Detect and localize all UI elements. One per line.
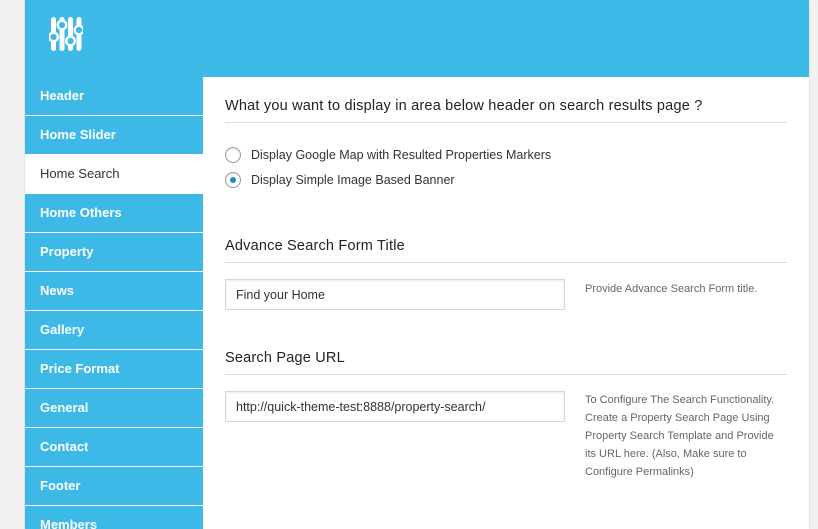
sidebar-item-footer[interactable]: Footer bbox=[25, 467, 203, 506]
form-title-input[interactable] bbox=[225, 279, 565, 310]
top-bar bbox=[25, 0, 809, 77]
main-content: What you want to display in area below h… bbox=[225, 77, 787, 481]
radio-google-map[interactable] bbox=[225, 146, 241, 163]
options-panel: Header Home Slider Home Search Home Othe… bbox=[25, 0, 809, 529]
form-title-heading: Advance Search Form Title bbox=[225, 192, 787, 263]
sidebar-item-price-format[interactable]: Price Format bbox=[25, 350, 203, 389]
sidebar-item-gallery[interactable]: Gallery bbox=[25, 311, 203, 350]
form-title-help: Provide Advance Search Form title. bbox=[585, 283, 758, 295]
option-google-map-label: Display Google Map with Resulted Propert… bbox=[251, 147, 552, 162]
sidebar-item-home-others[interactable]: Home Others bbox=[25, 194, 203, 233]
sidebar-item-home-slider[interactable]: Home Slider bbox=[25, 116, 203, 155]
sidebar: Header Home Slider Home Search Home Othe… bbox=[25, 77, 203, 529]
sidebar-item-property[interactable]: Property bbox=[25, 233, 203, 272]
form-title-row: Provide Advance Search Form title. bbox=[225, 263, 787, 310]
option-image-banner[interactable]: Display Simple Image Based Banner bbox=[225, 167, 787, 192]
sidebar-item-home-search[interactable]: Home Search bbox=[25, 155, 203, 194]
sidebar-item-general[interactable]: General bbox=[25, 389, 203, 428]
sidebar-item-news[interactable]: News bbox=[25, 272, 203, 311]
display-area-title: What you want to display in area below h… bbox=[225, 77, 787, 123]
option-google-map[interactable]: Display Google Map with Resulted Propert… bbox=[225, 142, 787, 167]
option-image-banner-label: Display Simple Image Based Banner bbox=[251, 172, 455, 187]
search-url-help: To Configure The Search Functionality. C… bbox=[585, 394, 775, 478]
sliders-icon bbox=[49, 17, 83, 51]
search-url-heading: Search Page URL bbox=[225, 310, 787, 375]
search-url-input[interactable] bbox=[225, 391, 565, 422]
display-area-options: Display Google Map with Resulted Propert… bbox=[225, 123, 787, 192]
sidebar-item-members[interactable]: Members bbox=[25, 506, 203, 529]
sidebar-item-contact[interactable]: Contact bbox=[25, 428, 203, 467]
radio-image-banner[interactable] bbox=[225, 171, 241, 188]
search-url-row: To Configure The Search Functionality. C… bbox=[225, 375, 787, 481]
sidebar-item-header[interactable]: Header bbox=[25, 77, 203, 116]
